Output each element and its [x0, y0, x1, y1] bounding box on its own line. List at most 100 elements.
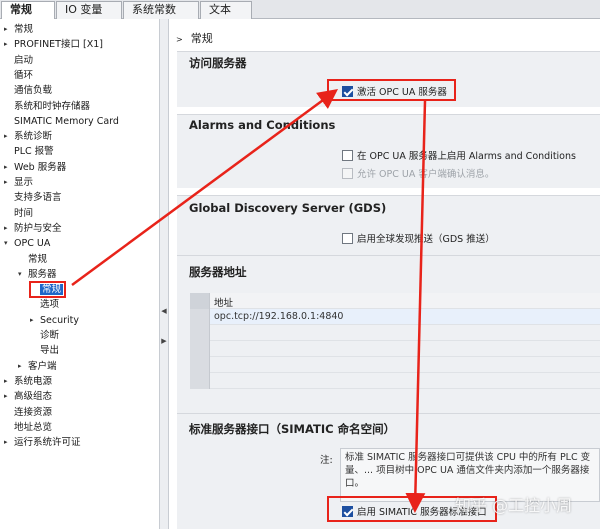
section-gds: Global Discovery Server (GDS) 启用全球发现推送（G… [177, 195, 600, 259]
note-label: 注: [320, 455, 333, 466]
tree-item-label: 高级组态 [14, 391, 53, 403]
expand-down-icon[interactable]: ▾ [18, 267, 28, 282]
tree-item-label: 启动 [14, 54, 34, 66]
tree-item-label: 通信负载 [14, 85, 53, 97]
tree-item-label: 循环 [14, 69, 34, 81]
tree-item-label: 系统诊断 [14, 131, 53, 143]
table-row-empty[interactable] [190, 325, 600, 341]
gds-push-checkbox[interactable]: 启用全球发现推送（GDS 推送） [342, 231, 495, 245]
tree-item[interactable]: 导出 [40, 343, 59, 358]
tree-item[interactable]: ▸ 客户端 [18, 359, 57, 374]
tree-item[interactable]: ▸ 显示 [4, 175, 34, 190]
tab-general[interactable]: 常规 [1, 1, 55, 20]
tree-item[interactable]: 选项 [40, 297, 59, 312]
property-tabs: 常规 IO 变量 系统常数 文本 [0, 0, 600, 20]
tab-io-tags[interactable]: IO 变量 [56, 1, 122, 19]
expand-right-icon[interactable]: ▸ [4, 389, 14, 404]
expand-right-icon[interactable]: ▸ [30, 313, 40, 328]
row-header-cell [190, 373, 210, 389]
tree-item[interactable]: ▸ Web 服务器 [4, 160, 67, 175]
address-table: 地址 opc.tcp://192.168.0.1:4840 [190, 293, 600, 389]
expand-right-icon[interactable]: ▸ [4, 374, 14, 389]
checkbox-label: 允许 OPC UA 客户端确认消息。 [357, 169, 495, 180]
annotation-box-tree [29, 281, 66, 298]
tree-item[interactable]: 通信负载 [14, 83, 52, 98]
section-title: 服务器地址 [189, 265, 247, 279]
tree-item-label: 常规 [14, 24, 34, 35]
tree-item-label: Web 服务器 [14, 161, 67, 173]
tree-item[interactable]: PLC 报警 [14, 144, 54, 159]
tree-item[interactable]: ▸ 系统诊断 [4, 129, 53, 144]
row-header-cell [190, 309, 210, 325]
checkbox-icon[interactable] [342, 150, 353, 161]
address-cell[interactable]: opc.tcp://192.168.0.1:4840 [214, 311, 343, 322]
expand-right-icon[interactable]: ▸ [4, 37, 14, 52]
expand-right-icon[interactable]: ▸ [18, 359, 28, 374]
row-header-cell [190, 293, 210, 309]
tree-item-label: 防护与安全 [14, 222, 62, 234]
navigation-tree: ▸ 常规 ▸ PROFINET接口 [X1] 启动 循环 通信负载 系统和时钟存储器 SIMAT… [0, 19, 160, 529]
tree-item[interactable]: ▸ 高级组态 [4, 389, 53, 404]
tree-item[interactable]: 诊断 [40, 328, 59, 343]
table-row[interactable]: opc.tcp://192.168.0.1:4840 [190, 309, 600, 325]
tree-item[interactable]: ▸ PROFINET接口 [X1] [4, 37, 103, 52]
tree-item[interactable]: ▸ Security [30, 313, 79, 328]
tree-item-label: 地址总览 [14, 421, 53, 433]
tab-texts[interactable]: 文本 [200, 1, 252, 19]
section-title: 标准服务器接口（SIMATIC 命名空间） [189, 422, 396, 436]
tree-item-label: 系统电源 [14, 375, 53, 387]
enable-alarms-checkbox[interactable]: 在 OPC UA 服务器上启用 Alarms and Conditions [342, 148, 576, 162]
expand-right-icon[interactable]: ▸ [4, 221, 14, 236]
section-title: Global Discovery Server (GDS) [189, 201, 387, 215]
collapse-left-icon[interactable]: ◀ [161, 307, 167, 315]
tree-item[interactable]: ▸ 常规 [4, 22, 34, 37]
checkbox-icon[interactable] [342, 233, 353, 244]
tree-item[interactable]: 循环 [14, 68, 33, 83]
tree-item[interactable]: ▸ 系统电源 [4, 374, 53, 389]
tree-item-label: 导出 [40, 345, 60, 357]
tree-item-label: 时间 [14, 207, 34, 219]
tree-item[interactable]: ▸ 运行系统许可证 [4, 435, 81, 450]
tree-item[interactable]: 时间 [14, 206, 33, 221]
tree-item-label: 支持多语言 [14, 192, 62, 204]
expand-right-icon[interactable]: ▸ [4, 129, 14, 144]
tab-system-constants[interactable]: 系统常数 [123, 1, 199, 19]
tree-item-label: 客户端 [28, 360, 57, 372]
tree-item[interactable]: ▾ 服务器 [18, 267, 57, 282]
row-header-cell [190, 325, 210, 341]
expand-right-icon[interactable]: ▸ [4, 435, 14, 450]
tree-item[interactable]: 连接资源 [14, 405, 52, 420]
pane-splitter[interactable]: ◀ ▶ [160, 19, 169, 529]
tree-item-label: 运行系统许可证 [14, 437, 81, 449]
checkbox-label: 启用全球发现推送（GDS 推送） [357, 234, 495, 245]
tree-item-label: SIMATIC Memory Card [14, 115, 119, 127]
row-header-cell [190, 341, 210, 357]
expand-right-icon[interactable]: ▶ [161, 337, 167, 345]
chevron-right-icon: > [176, 35, 183, 44]
tree-item-label: 显示 [14, 177, 34, 188]
tree-item-label: PLC 报警 [14, 146, 54, 158]
tree-item[interactable]: 启动 [14, 53, 33, 68]
checkbox-label: 在 OPC UA 服务器上启用 Alarms and Conditions [357, 151, 576, 162]
table-row-empty[interactable] [190, 357, 600, 373]
tree-item-label: 系统和时钟存储器 [14, 100, 91, 112]
expand-right-icon[interactable]: ▸ [4, 175, 14, 190]
expand-down-icon[interactable]: ▾ [4, 236, 14, 251]
tree-item[interactable]: 地址总览 [14, 420, 52, 435]
section-title: Alarms and Conditions [189, 118, 336, 132]
table-row-empty[interactable] [190, 341, 600, 357]
tree-item[interactable]: 支持多语言 [14, 190, 62, 205]
allow-ack-checkbox: 允许 OPC UA 客户端确认消息。 [342, 166, 494, 180]
tree-item-label: 常规 [28, 253, 48, 265]
section-alarms-conditions: Alarms and Conditions 在 OPC UA 服务器上启用 Al… [177, 114, 600, 188]
tree-item[interactable]: 系统和时钟存储器 [14, 99, 90, 114]
tree-item[interactable]: ▸ 防护与安全 [4, 221, 62, 236]
tree-item[interactable]: ▾ OPC UA [4, 236, 50, 251]
tree-item[interactable]: SIMATIC Memory Card [14, 114, 119, 129]
tree-item-label: 连接资源 [14, 406, 53, 418]
expand-right-icon[interactable]: ▸ [4, 22, 14, 37]
tree-item[interactable]: 常规 [28, 252, 47, 267]
table-header: 地址 [190, 293, 600, 309]
table-row-empty[interactable] [190, 373, 600, 389]
expand-right-icon[interactable]: ▸ [4, 160, 14, 175]
